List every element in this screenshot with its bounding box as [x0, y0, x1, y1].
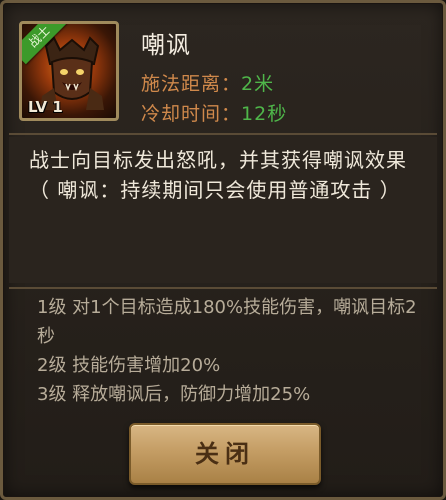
skill-name: 嘲讽	[141, 31, 191, 59]
level-effect-1: 1级 对1个目标造成180%技能伤害，嘲讽目标2秒	[37, 297, 417, 347]
skill-level: LV 1	[28, 98, 63, 116]
level-effects-list: 1级 对1个目标造成180%技能伤害，嘲讽目标2秒 2级 技能伤害增加20% 3…	[37, 293, 427, 409]
range-row: 施法距离：2米	[141, 69, 274, 96]
range-value: 2米	[241, 73, 275, 95]
divider	[9, 133, 437, 135]
skill-header: 战士 LV 1 嘲讽 施法距离：2米 冷却时间：12秒	[11, 11, 441, 129]
level-effect-2: 2级 技能伤害增加20%	[37, 355, 221, 376]
level-effect-3: 3级 释放嘲讽后，防御力增加25%	[37, 384, 311, 405]
description-main: 战士向目标发出怒吼，并其获得嘲讽效果	[29, 148, 407, 172]
range-label: 施法距离：	[141, 73, 242, 95]
skill-icon: 战士 LV 1	[19, 21, 119, 121]
cooldown-row: 冷却时间：12秒	[141, 99, 287, 126]
description-note: （ 嘲讽：持续期间只会使用普通攻击 ）	[29, 178, 401, 202]
cooldown-label: 冷却时间：	[141, 103, 242, 125]
skill-description: 战士向目标发出怒吼，并其获得嘲讽效果 （ 嘲讽：持续期间只会使用普通攻击 ）	[29, 145, 419, 205]
cooldown-value: 12秒	[241, 103, 288, 125]
divider	[9, 287, 437, 289]
skill-tooltip-panel: 战士 LV 1 嘲讽 施法距离：2米 冷却时间：12秒 战士向目标发出怒吼，并其…	[0, 0, 446, 500]
close-button[interactable]: 关闭	[129, 423, 321, 485]
